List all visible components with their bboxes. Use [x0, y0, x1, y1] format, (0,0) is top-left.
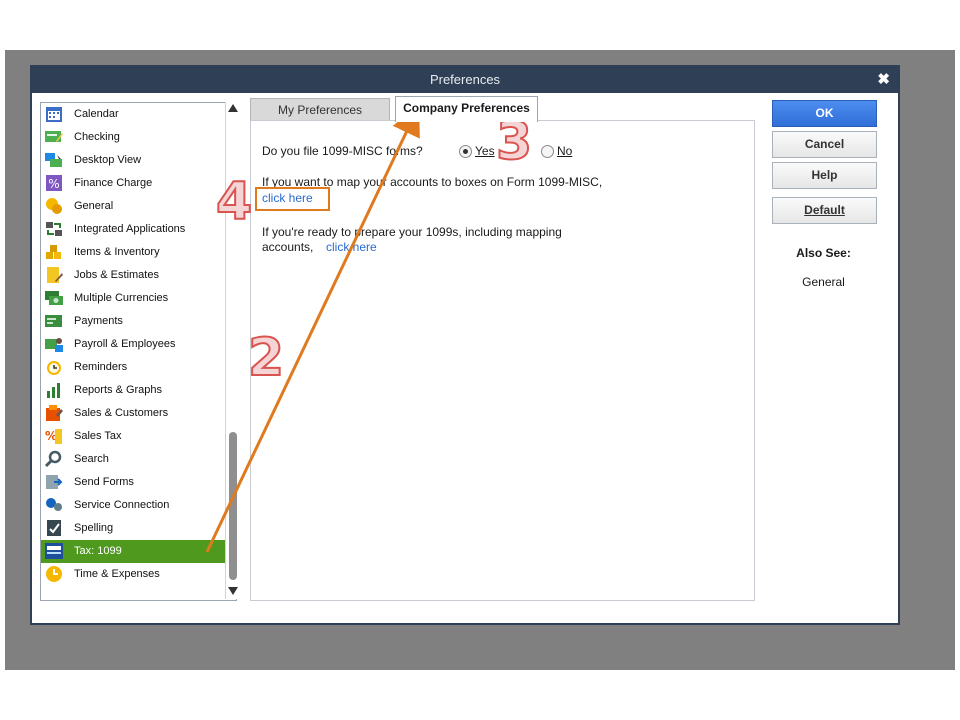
finance-charge-icon: % — [46, 175, 62, 191]
sidebar-item-multiple-currencies[interactable]: Multiple Currencies — [41, 287, 226, 310]
also-see-general-link[interactable]: General — [772, 275, 875, 289]
calendar-icon — [46, 107, 62, 122]
question-label: Do you file 1099-MISC forms? — [262, 144, 423, 158]
sidebar-item-general[interactable]: General — [41, 195, 226, 218]
multiple-currencies-icon — [45, 291, 63, 305]
sidebar-item-label: Send Forms — [74, 476, 134, 488]
scrollbar-thumb[interactable] — [229, 432, 237, 580]
sidebar-scrollbar[interactable] — [225, 102, 241, 599]
no-radio[interactable] — [541, 145, 554, 158]
sidebar-item-label: Payments — [74, 315, 123, 327]
window-title: Preferences — [429, 72, 501, 87]
scroll-down-arrow-icon[interactable] — [228, 587, 238, 595]
also-see-heading: Also See: — [796, 246, 851, 260]
sidebar-item-checking[interactable]: Checking — [41, 126, 226, 149]
checking-icon — [45, 131, 63, 142]
sidebar-item-label: Items & Inventory — [74, 246, 160, 258]
company-preferences-panel: Do you file 1099-MISC forms? Yes No If y… — [250, 120, 755, 601]
sidebar-item-items-inventory[interactable]: Items & Inventory — [41, 241, 226, 264]
sidebar-item-label: General — [74, 200, 114, 212]
sidebar-item-label: Search — [74, 453, 109, 465]
reports-graphs-icon — [47, 383, 60, 398]
spelling-icon — [47, 520, 61, 536]
scroll-up-arrow-icon[interactable] — [228, 104, 238, 112]
dialog-body: Calendar Checking Desktop View % Finance… — [32, 93, 898, 623]
help-button[interactable]: Help — [772, 162, 877, 189]
sidebar-item-label: Sales Tax — [74, 430, 122, 442]
sidebar-item-payroll-employees[interactable]: Payroll & Employees — [41, 333, 226, 356]
tab-label: My Preferences — [277, 103, 363, 117]
sidebar-item-label: Sales & Customers — [74, 407, 169, 419]
sidebar-item-time-expenses[interactable]: Time & Expenses — [41, 563, 226, 586]
sidebar-item-label: Time & Expenses — [74, 568, 160, 580]
sidebar-item-label: Service Connection — [74, 499, 170, 511]
prepare-1099-text: If you're ready to prepare your 1099s, i… — [262, 225, 592, 255]
sidebar-item-spelling[interactable]: Spelling — [41, 517, 226, 540]
sidebar-item-label: Tax: 1099 — [74, 545, 122, 557]
reminders-icon — [47, 361, 61, 375]
sidebar-item-finance-charge[interactable]: % Finance Charge — [41, 172, 226, 195]
sidebar-item-label: Reminders — [74, 361, 128, 373]
default-button[interactable]: Default — [772, 197, 877, 224]
sidebar-item-integrated-applications[interactable]: Integrated Applications — [41, 218, 226, 241]
sales-tax-icon: % — [45, 429, 62, 444]
send-forms-icon — [46, 475, 63, 489]
integrated-applications-icon — [46, 222, 62, 236]
sidebar-item-label: Calendar — [74, 108, 119, 120]
jobs-estimates-icon — [47, 267, 63, 283]
sidebar-item-desktop-view[interactable]: Desktop View — [41, 149, 226, 172]
svg-text:%: % — [48, 177, 59, 191]
tax-1099-icon — [45, 543, 63, 559]
sales-customers-icon — [46, 405, 63, 421]
sidebar-item-sales-tax[interactable]: % Sales Tax — [41, 425, 226, 448]
sidebar-item-label: Payroll & Employees — [74, 338, 176, 350]
prepare-1099-label: If you're ready to prepare your 1099s, i… — [262, 225, 562, 254]
sidebar-item-label: Reports & Graphs — [74, 384, 163, 396]
sidebar-item-send-forms[interactable]: Send Forms — [41, 471, 226, 494]
sidebar-item-sales-customers[interactable]: Sales & Customers — [41, 402, 226, 425]
sidebar-item-payments[interactable]: Payments — [41, 310, 226, 333]
sidebar-item-service-connection[interactable]: Service Connection — [41, 494, 226, 517]
close-icon[interactable]: ✖ — [877, 70, 890, 88]
preferences-category-list: Calendar Checking Desktop View % Finance… — [40, 102, 237, 601]
sidebar-item-label: Desktop View — [74, 154, 142, 166]
sidebar-item-reminders[interactable]: Reminders — [41, 356, 226, 379]
no-label[interactable]: No — [557, 144, 572, 158]
sidebar-item-tax-1099[interactable]: Tax: 1099 — [41, 540, 226, 563]
service-connection-icon — [46, 498, 62, 511]
sidebar-item-label: Jobs & Estimates — [74, 269, 159, 281]
sidebar-item-reports-graphs[interactable]: Reports & Graphs — [41, 379, 226, 402]
sidebar-item-label: Spelling — [74, 522, 114, 534]
items-inventory-icon — [46, 245, 61, 259]
tab-my-preferences[interactable]: My Preferences — [250, 98, 390, 121]
general-icon — [46, 198, 62, 214]
desktop-view-icon — [45, 153, 62, 167]
payroll-employees-icon — [45, 338, 63, 352]
sidebar-item-jobs-estimates[interactable]: Jobs & Estimates — [41, 264, 226, 287]
map-accounts-text: If you want to map your accounts to boxe… — [262, 175, 603, 189]
yes-radio[interactable] — [459, 145, 472, 158]
ok-button[interactable]: OK — [772, 100, 877, 127]
sidebar-item-label: Integrated Applications — [74, 223, 186, 235]
search-icon — [44, 450, 62, 468]
tab-company-preferences[interactable]: Company Preferences — [395, 96, 538, 122]
prepare-1099-link[interactable]: click here — [326, 240, 377, 254]
map-accounts-link[interactable]: click here — [262, 191, 313, 205]
time-expenses-icon — [46, 566, 62, 582]
sidebar-item-calendar[interactable]: Calendar — [41, 103, 226, 126]
payments-icon — [45, 315, 62, 327]
tab-label: Company Preferences — [403, 101, 530, 115]
preferences-window: Preferences ✖ Calendar Checking Desktop … — [30, 65, 900, 625]
sidebar-item-label: Multiple Currencies — [74, 292, 169, 304]
sidebar-item-label: Checking — [74, 131, 120, 143]
title-bar: Preferences ✖ — [30, 65, 900, 93]
sidebar-item-search[interactable]: Search — [41, 448, 226, 471]
yes-label[interactable]: Yes — [475, 144, 495, 158]
sidebar-item-label: Finance Charge — [74, 177, 153, 189]
cancel-button[interactable]: Cancel — [772, 131, 877, 158]
